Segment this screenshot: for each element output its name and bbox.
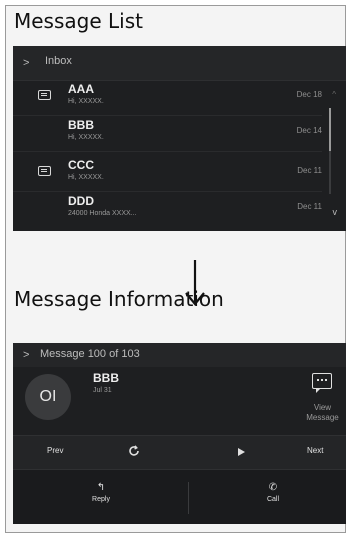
divider [188,482,189,514]
view-message-label: View Message [306,403,339,422]
message-date: Dec 11 [297,166,322,175]
message-date: Dec 11 [297,202,322,211]
message-preview: Hi, XXXXX. [68,174,104,181]
scroll-up-icon[interactable]: ^ [332,90,336,99]
phone-icon: ✆ [268,482,278,493]
message-preview: Hi, XXXXX. [68,98,104,105]
message-preview: 24000 Honda XXXX... [68,210,137,217]
next-button[interactable]: Next [307,446,323,455]
scroll-down-icon[interactable]: v [333,207,338,217]
message-bubble-icon [312,373,332,393]
inbox-header[interactable]: > Inbox [13,46,346,81]
message-preview: Hi, XXXXX. [68,134,104,141]
chevron-right-icon: > [23,349,30,361]
view-message-button[interactable]: View Message [299,367,346,429]
scrollbar-thumb[interactable] [329,108,331,151]
message-sender: AAA [68,82,94,96]
message-date: Dec 14 [296,126,322,135]
figure-frame: Message List > Inbox AAA Hi, XXXXX. Dec … [5,5,346,533]
call-button[interactable]: ✆ Call [223,482,323,503]
list-item[interactable]: DDD 24000 Honda XXXX... Dec 11 [13,192,322,227]
message-counter: Message 100 of 103 [40,348,140,360]
action-bar: ↰ Reply ✆ Call [13,470,346,524]
message-list-screen: > Inbox AAA Hi, XXXXX. Dec 18 BBB Hi, XX… [13,46,346,231]
inbox-label: Inbox [45,55,72,67]
scrollbar[interactable] [329,108,331,194]
avatar: OI [25,374,71,420]
call-label: Call [266,496,280,503]
message-list-title: Message List [14,9,143,33]
reply-label: Reply [92,496,110,503]
envelope-icon [38,90,51,100]
message-information-title: Message Information [14,287,224,311]
envelope-icon [38,166,51,176]
sender-name: BBB [93,371,119,385]
message-sender: DDD [68,194,94,208]
refresh-icon[interactable] [128,445,140,457]
list-item[interactable]: AAA Hi, XXXXX. Dec 18 [13,80,322,116]
message-date: Jul 31 [93,387,112,394]
playback-controls: Prev Next [13,435,346,470]
list-item[interactable]: BBB Hi, XXXXX. Dec 14 [13,116,322,152]
message-information-screen: > Message 100 of 103 OI BBB Jul 31 View … [13,343,346,524]
message-date: Dec 18 [296,90,322,99]
reply-icon: ↰ [96,482,106,493]
chevron-right-icon: > [23,57,30,69]
play-icon[interactable] [238,448,245,456]
reply-button[interactable]: ↰ Reply [51,482,151,503]
message-sender: BBB [68,118,94,132]
message-sender: CCC [68,158,94,172]
list-item[interactable]: CCC Hi, XXXXX. Dec 11 [13,156,322,192]
prev-button[interactable]: Prev [47,446,63,455]
message-header[interactable]: > Message 100 of 103 [13,343,346,367]
